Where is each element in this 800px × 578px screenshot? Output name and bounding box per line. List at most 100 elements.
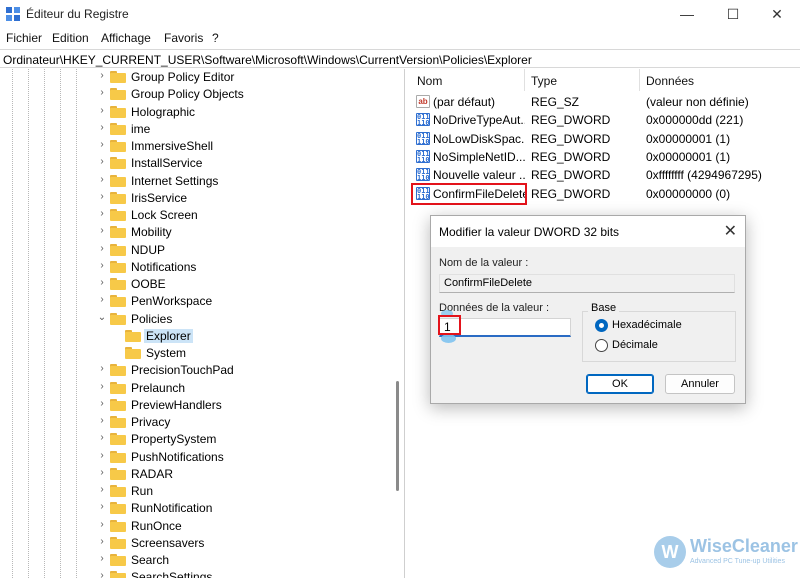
column-data-header[interactable]: Données [646, 74, 694, 88]
chevron-right-icon[interactable]: › [97, 191, 107, 202]
ok-button[interactable]: OK [586, 374, 654, 394]
maximize-button[interactable]: ☐ [710, 0, 756, 28]
chevron-right-icon[interactable]: › [97, 484, 107, 495]
menu-fichier[interactable]: Fichier [6, 31, 42, 45]
chevron-right-icon[interactable]: › [97, 70, 107, 81]
cancel-button[interactable]: Annuler [665, 374, 735, 394]
tree-item[interactable]: › RunOnce [0, 518, 400, 535]
folder-icon [110, 398, 126, 411]
tree-item[interactable]: › Lock Screen [0, 207, 400, 224]
radio-hexadecimal[interactable] [595, 319, 608, 332]
value-data-label: Données de la valeur : [439, 302, 550, 314]
radio-decimal-label[interactable]: Décimale [612, 339, 658, 351]
menu-help[interactable]: ? [212, 31, 219, 45]
dialog-close-icon[interactable]: ✕ [724, 221, 737, 241]
tree-item[interactable]: › Internet Settings [0, 173, 400, 190]
chevron-right-icon[interactable]: › [97, 139, 107, 150]
tree-item[interactable]: Explorer [0, 328, 400, 345]
watermark-tagline: Advanced PC Tune-up Utilities [690, 558, 785, 565]
tree-item[interactable]: › Run [0, 483, 400, 500]
value-row[interactable]: 011 110 NoLowDiskSpac... REG_DWORD 0x000000… [407, 130, 800, 148]
chevron-right-icon[interactable]: › [97, 570, 107, 578]
tree-item[interactable]: › ImmersiveShell [0, 138, 400, 155]
folder-icon [110, 122, 126, 135]
tree-item[interactable]: › Prelaunch [0, 380, 400, 397]
tree-item[interactable]: › PrecisionTouchPad [0, 362, 400, 379]
chevron-right-icon[interactable]: › [97, 415, 107, 426]
address-bar[interactable]: Ordinateur\HKEY_CURRENT_USER\Software\Mi… [0, 49, 800, 68]
chevron-right-icon[interactable]: › [97, 536, 107, 547]
tree-item[interactable]: › Screensavers [0, 535, 400, 552]
chevron-right-icon[interactable]: › [97, 225, 107, 236]
radio-decimal[interactable] [595, 339, 608, 352]
menu-affichage[interactable]: Affichage [101, 31, 151, 45]
radio-hexadecimal-label[interactable]: Hexadécimale [612, 319, 682, 331]
chevron-right-icon[interactable]: › [97, 174, 107, 185]
tree-item[interactable]: › Holographic [0, 104, 400, 121]
tree-item-label: NDUP [131, 242, 166, 257]
tree-item-label: ime [131, 121, 151, 136]
chevron-right-icon[interactable]: › [97, 553, 107, 564]
folder-icon [125, 347, 141, 359]
chevron-right-icon[interactable]: › [97, 467, 107, 478]
folder-icon [110, 364, 126, 377]
chevron-right-icon[interactable]: › [97, 122, 107, 133]
chevron-right-icon[interactable]: › [97, 294, 107, 305]
menu-edition[interactable]: Edition [52, 31, 89, 45]
tree-item[interactable]: › ime [0, 121, 400, 138]
key-tree[interactable]: › Group Policy Editor › Group Policy Object… [0, 69, 405, 578]
value-row[interactable]: 011 110 NoDriveTypeAut... REG_DWORD 0x00000… [407, 111, 800, 129]
chevron-right-icon[interactable]: › [97, 260, 107, 271]
tree-item[interactable]: › Group Policy Objects [0, 86, 400, 103]
folder-icon [110, 226, 126, 239]
chevron-right-icon[interactable]: › [97, 105, 107, 116]
chevron-right-icon[interactable]: › [97, 87, 107, 98]
column-type-header[interactable]: Type [531, 74, 557, 88]
tree-item[interactable]: System [0, 345, 400, 362]
tree-item[interactable]: › PushNotifications [0, 449, 400, 466]
folder-icon [110, 502, 126, 515]
tree-item[interactable]: › PenWorkspace [0, 293, 400, 310]
chevron-right-icon[interactable]: › [97, 519, 107, 530]
tree-item[interactable]: › InstallService [0, 155, 400, 172]
value-row[interactable]: 011 110 Nouvelle valeur ... REG_DWORD 0xfff… [407, 166, 800, 184]
tree-item[interactable]: › Mobility [0, 224, 400, 241]
dword-value-icon: 011 110 [416, 113, 430, 128]
value-row[interactable]: 011 110 NoSimpleNetID... REG_DWORD 0x000000… [407, 148, 800, 166]
value-row[interactable]: ab (par défaut) REG_SZ (valeur non définie) [407, 93, 800, 111]
chevron-right-icon[interactable]: › [97, 450, 107, 461]
tree-item[interactable]: › RADAR [0, 466, 400, 483]
column-name-header[interactable]: Nom [417, 74, 442, 88]
chevron-right-icon[interactable]: › [97, 432, 107, 443]
chevron-right-icon[interactable]: › [97, 398, 107, 409]
chevron-right-icon[interactable]: › [97, 501, 107, 512]
minimize-button[interactable]: — [664, 0, 710, 28]
tree-item[interactable]: › Group Policy Editor [0, 69, 400, 86]
chevron-right-icon[interactable]: › [97, 243, 107, 254]
folder-icon [125, 329, 141, 342]
tree-item[interactable]: › Notifications [0, 259, 400, 276]
chevron-down-icon[interactable]: ⌄ [97, 312, 107, 323]
folder-icon [110, 381, 126, 394]
tree-item[interactable]: › Search [0, 552, 400, 569]
tree-item[interactable]: › NDUP [0, 242, 400, 259]
title-bar: Éditeur du Registre — ☐ ✕ [0, 0, 800, 28]
tree-item[interactable]: › OOBE [0, 276, 400, 293]
chevron-right-icon[interactable]: › [97, 363, 107, 374]
tree-item[interactable]: › RunNotification [0, 500, 400, 517]
close-button[interactable]: ✕ [754, 0, 800, 28]
folder-icon [110, 295, 126, 308]
chevron-right-icon[interactable]: › [97, 208, 107, 219]
tree-item[interactable]: › PreviewHandlers [0, 397, 400, 414]
menu-favoris[interactable]: Favoris [164, 31, 203, 45]
chevron-right-icon[interactable]: › [97, 156, 107, 167]
tree-item[interactable]: › Privacy [0, 414, 400, 431]
chevron-right-icon[interactable]: › [97, 277, 107, 288]
tree-item[interactable]: › SearchSettings [0, 569, 400, 578]
tree-item[interactable]: ⌄ Policies [0, 311, 400, 328]
tree-item[interactable]: › IrisService [0, 190, 400, 207]
tree-item[interactable]: › PropertySystem [0, 431, 400, 448]
highlight-annotation [411, 183, 527, 205]
value-name: (par défaut) [433, 95, 496, 109]
chevron-right-icon[interactable]: › [97, 381, 107, 392]
